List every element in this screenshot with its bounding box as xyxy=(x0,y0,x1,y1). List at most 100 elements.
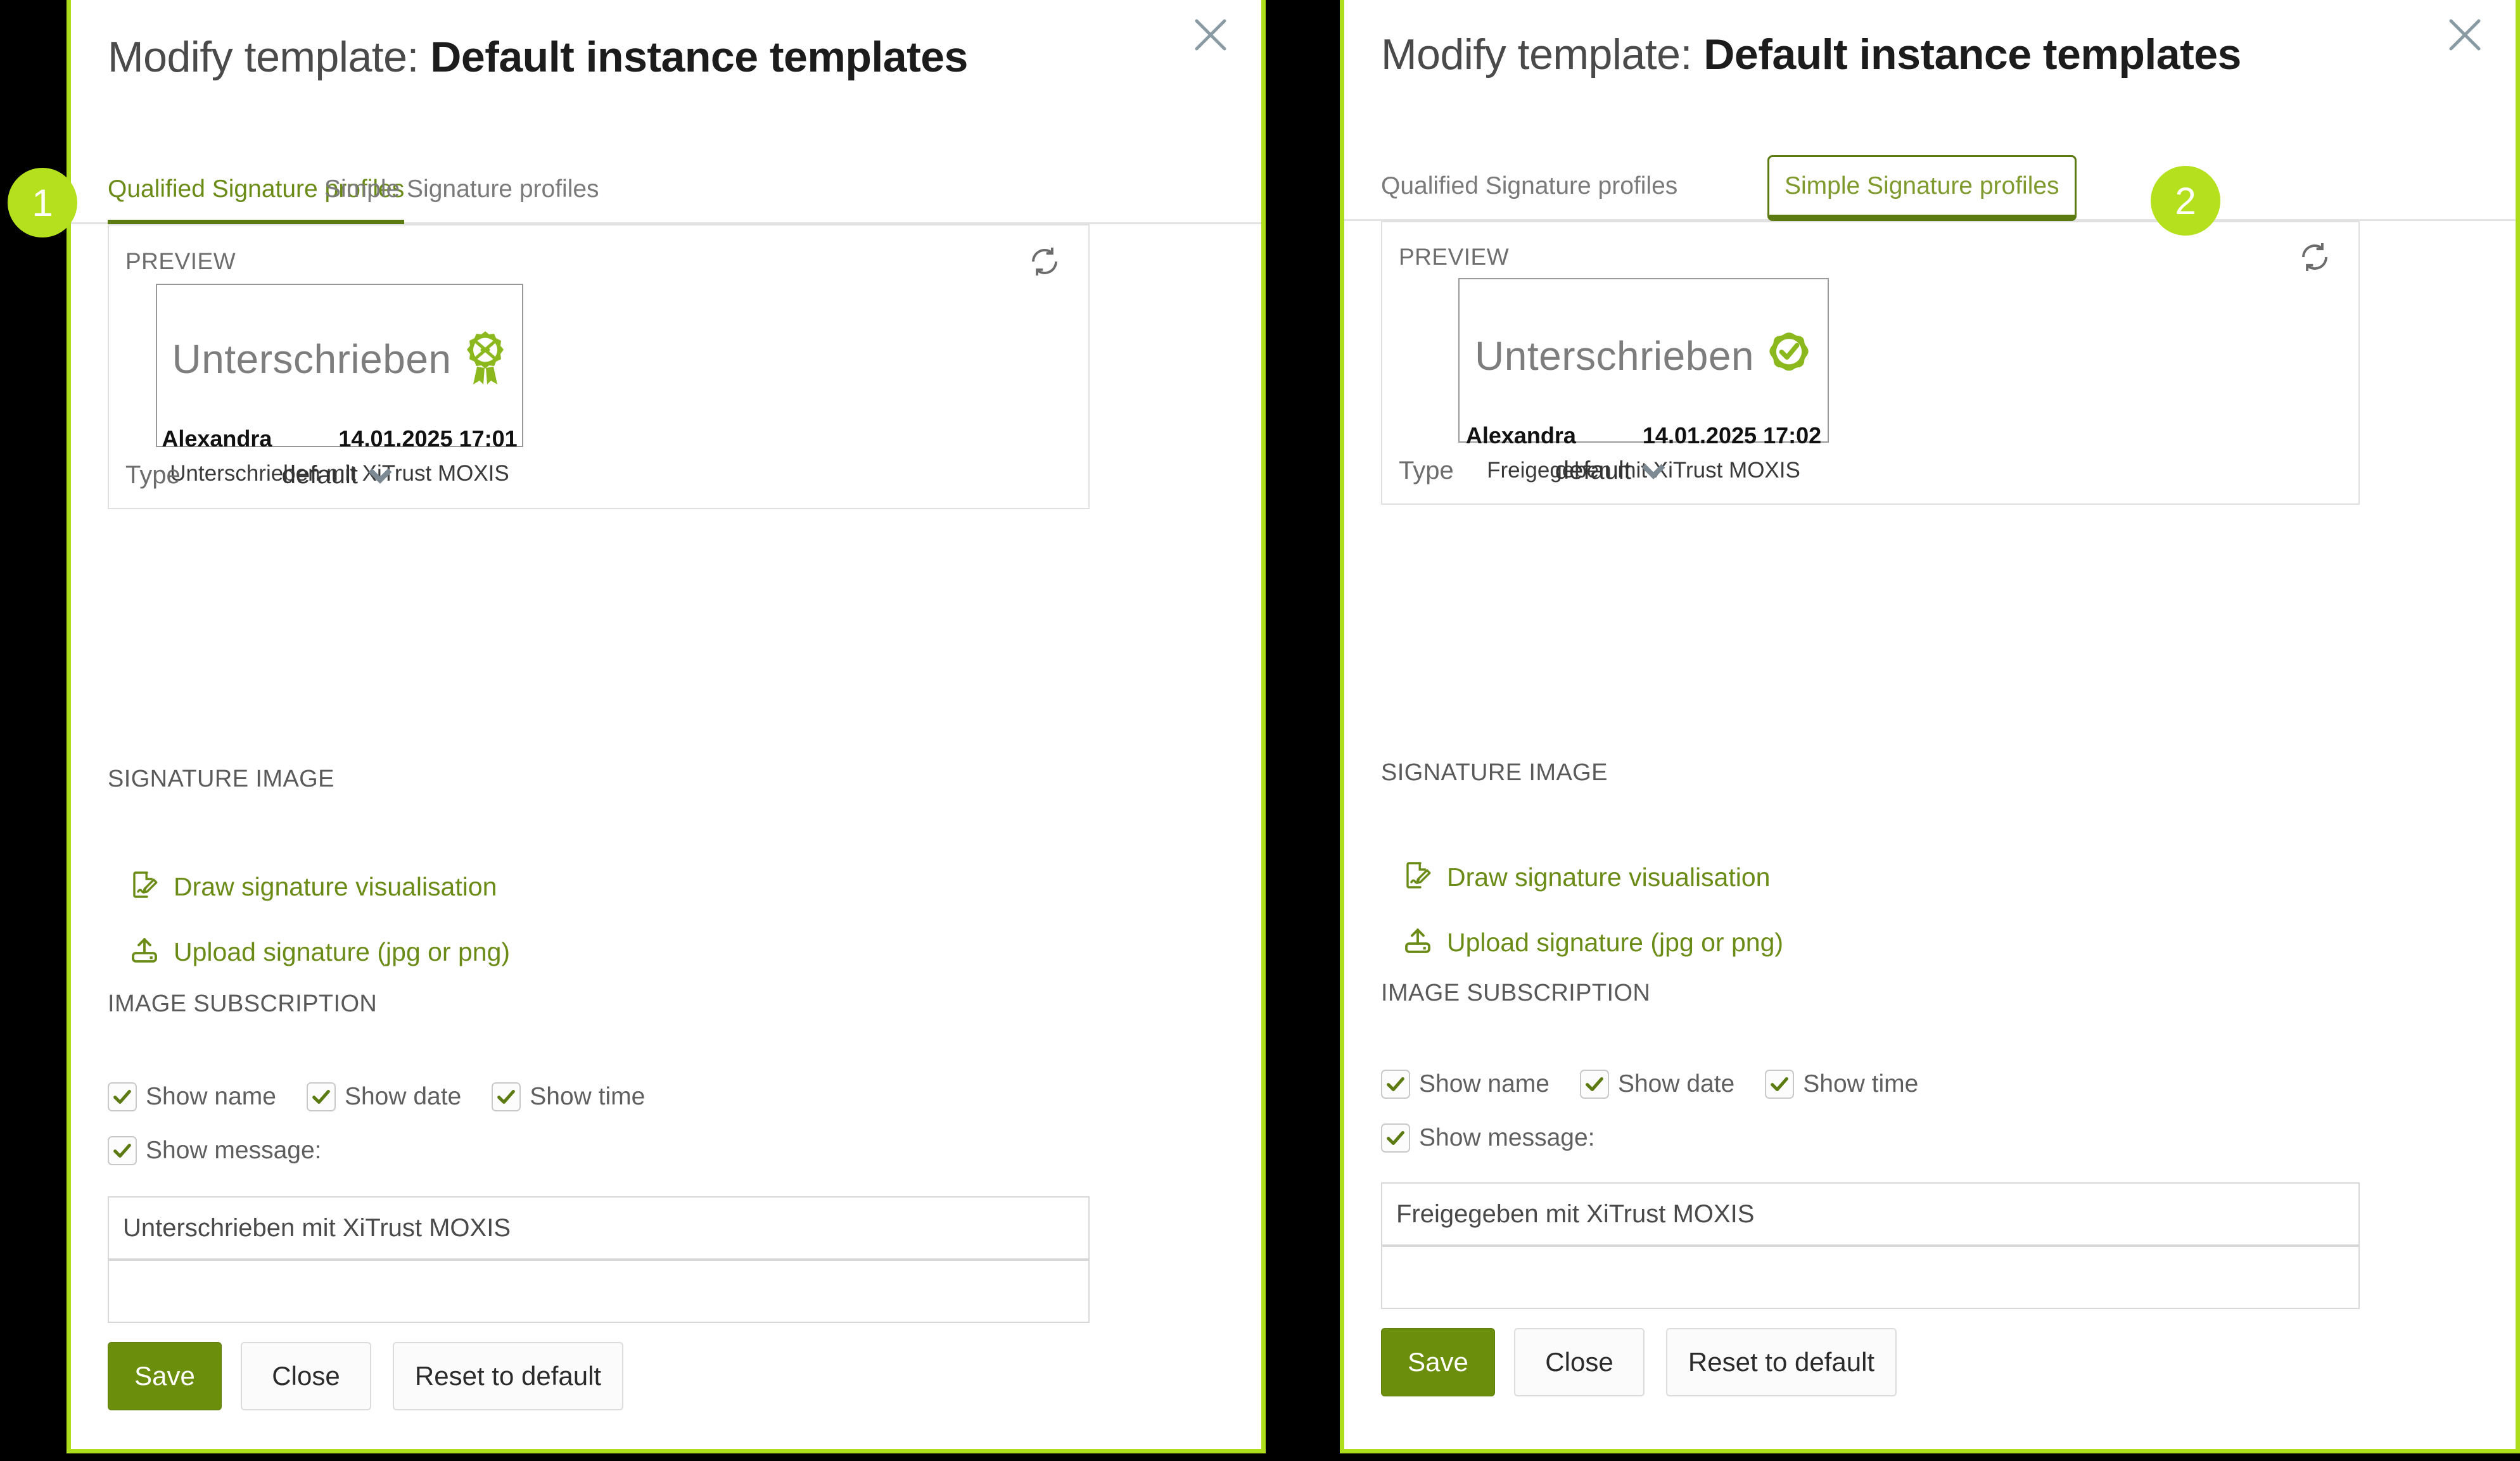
signed-at: 14.01.2025 17:01 xyxy=(338,426,518,452)
checkbox-label: Show message: xyxy=(1419,1124,1595,1151)
upload-icon xyxy=(129,935,160,969)
upload-signature-label: Upload signature (jpg or png) xyxy=(174,937,511,966)
signature-preview-meta: Alexandra 14.01.2025 17:02 xyxy=(1460,422,1828,449)
draw-signature-label: Draw signature visualisation xyxy=(174,872,497,901)
screenshot-root: Modify template: Default instance templa… xyxy=(0,0,2520,1461)
checkbox-show-date[interactable]: Show date xyxy=(306,1082,461,1111)
checkbox-label: Show time xyxy=(530,1083,646,1110)
modify-template-dialog-simple: Modify template: Default instance templa… xyxy=(1340,0,2520,1453)
page-title: Modify template: Default instance templa… xyxy=(108,32,968,82)
type-label: Type xyxy=(125,461,181,489)
close-button[interactable]: Close xyxy=(1514,1328,1645,1396)
upload-signature-label: Upload signature (jpg or png) xyxy=(1447,928,1784,957)
reset-to-default-button[interactable]: Reset to default xyxy=(393,1342,623,1410)
signature-preview-box: Unterschrieben Alexandra 14.01.2025 17:0… xyxy=(1458,278,1829,483)
draw-signature-link[interactable]: Draw signature visualisation xyxy=(129,870,497,904)
checkbox-show-time[interactable]: Show time xyxy=(1765,1070,1918,1099)
close-icon[interactable] xyxy=(2442,12,2488,58)
message-line2-input[interactable] xyxy=(108,1260,1090,1323)
page-title-strong: Default instance templates xyxy=(430,33,968,81)
page-title-prefix: Modify template: xyxy=(1381,30,1704,79)
chevron-down-icon xyxy=(1641,455,1665,479)
type-row: Type default xyxy=(125,460,392,490)
signature-preview-wordmark: Unterschrieben xyxy=(157,293,522,426)
signature-preview-box: Unterschrieben Alexandra 14.01.2025 17:0… xyxy=(156,284,523,486)
upload-signature-link[interactable]: Upload signature (jpg or png) xyxy=(1403,926,1783,959)
close-icon[interactable] xyxy=(1188,12,1233,58)
xitrust-rosette-seal-icon xyxy=(463,330,507,389)
reset-to-default-button[interactable]: Reset to default xyxy=(1666,1328,1897,1396)
image-subscription-heading: IMAGE SUBSCRIPTION xyxy=(108,990,378,1017)
document-pencil-icon xyxy=(1403,861,1433,894)
tab-simple-signature-profiles[interactable]: Simple Signature profiles xyxy=(1767,155,2077,221)
tab-label: Simple Signature profiles xyxy=(1785,172,2059,199)
message-line2-input[interactable] xyxy=(1381,1246,2360,1309)
save-button[interactable]: Save xyxy=(108,1342,222,1410)
close-button[interactable]: Close xyxy=(241,1342,371,1410)
checkbox-show-name[interactable]: Show name xyxy=(1381,1070,1550,1099)
signature-preview-meta: Alexandra 14.01.2025 17:01 xyxy=(157,426,522,452)
signature-image-heading: SIGNATURE IMAGE xyxy=(1381,759,1608,786)
upload-icon xyxy=(1403,926,1433,959)
preview-label: PREVIEW xyxy=(1399,244,1510,270)
subscription-checkbox-row: Show name Show date Show time xyxy=(108,1082,645,1111)
tab-bar: Qualified Signature profiles Simple Sign… xyxy=(1344,151,2516,221)
show-message-row: Show message: xyxy=(1381,1123,1594,1153)
page-title-prefix: Modify template: xyxy=(108,33,431,81)
tab-qualified-signature-profiles[interactable]: Qualified Signature profiles xyxy=(1381,151,1677,221)
type-label: Type xyxy=(1399,457,1454,484)
message-line1-input[interactable]: Freigegeben mit XiTrust MOXIS xyxy=(1381,1182,2360,1246)
checkbox-label: Show message: xyxy=(146,1137,322,1164)
checkbox-box xyxy=(1381,1070,1410,1099)
step-badge-2: 2 xyxy=(2151,166,2220,236)
image-subscription-heading: IMAGE SUBSCRIPTION xyxy=(1381,980,1651,1006)
signature-word: Unterschrieben xyxy=(172,336,452,382)
check-rosette-seal-icon xyxy=(1766,331,1812,381)
signature-preview-wordmark: Unterschrieben xyxy=(1460,289,1828,422)
signed-at: 14.01.2025 17:02 xyxy=(1642,422,1822,448)
type-value: default xyxy=(281,461,358,489)
tab-simple-signature-profiles[interactable]: Simple Signature profiles xyxy=(324,155,599,224)
page-title: Modify template: Default instance templa… xyxy=(1381,30,2241,79)
type-dropdown[interactable]: default xyxy=(281,460,392,490)
preview-card: PREVIEW Unterschrieben Alexandra 14.01.2… xyxy=(1381,221,2360,505)
checkbox-label: Show time xyxy=(1803,1070,1919,1097)
show-message-row: Show message: xyxy=(108,1136,321,1165)
draw-signature-link[interactable]: Draw signature visualisation xyxy=(1403,861,1770,894)
checkbox-box xyxy=(1381,1123,1410,1153)
preview-label: PREVIEW xyxy=(125,248,236,274)
subscription-checkbox-row: Show name Show date Show time xyxy=(1381,1070,1918,1099)
refresh-icon[interactable] xyxy=(2298,240,2332,274)
modify-template-dialog-qualified: Modify template: Default instance templa… xyxy=(67,0,1266,1453)
upload-signature-link[interactable]: Upload signature (jpg or png) xyxy=(129,935,510,969)
draw-signature-label: Draw signature visualisation xyxy=(1447,863,1771,892)
checkbox-box xyxy=(1579,1070,1609,1099)
checkbox-box xyxy=(492,1082,521,1111)
checkbox-box xyxy=(306,1082,336,1111)
checkbox-box xyxy=(1765,1070,1795,1099)
checkbox-show-message[interactable]: Show message: xyxy=(108,1136,321,1165)
type-value: default xyxy=(1555,457,1631,484)
signer-name: Alexandra xyxy=(162,426,272,452)
step-badge-1: 1 xyxy=(8,168,77,237)
checkbox-label: Show name xyxy=(146,1083,276,1110)
type-row: Type default xyxy=(1399,455,1665,485)
checkbox-label: Show date xyxy=(1617,1070,1735,1097)
preview-card: PREVIEW Unterschrieben Alexandra 14.01.2… xyxy=(108,224,1090,509)
checkbox-show-name[interactable]: Show name xyxy=(108,1082,276,1111)
checkbox-box xyxy=(108,1136,137,1165)
signature-word: Unterschrieben xyxy=(1475,333,1754,379)
checkbox-show-date[interactable]: Show date xyxy=(1579,1070,1735,1099)
type-dropdown[interactable]: default xyxy=(1555,455,1665,485)
tab-bar: Qualified Signature profiles Simple Sign… xyxy=(71,155,1261,224)
chevron-down-icon xyxy=(368,460,392,484)
page-title-strong: Default instance templates xyxy=(1703,30,2241,79)
checkbox-show-message[interactable]: Show message: xyxy=(1381,1123,1594,1153)
save-button[interactable]: Save xyxy=(1381,1328,1495,1396)
tab-label: Simple Signature profiles xyxy=(324,175,599,203)
message-line1-input[interactable]: Unterschrieben mit XiTrust MOXIS xyxy=(108,1196,1090,1260)
tab-label: Qualified Signature profiles xyxy=(1381,172,1678,199)
checkbox-show-time[interactable]: Show time xyxy=(492,1082,645,1111)
signer-name: Alexandra xyxy=(1465,422,1576,448)
refresh-icon[interactable] xyxy=(1028,244,1062,279)
